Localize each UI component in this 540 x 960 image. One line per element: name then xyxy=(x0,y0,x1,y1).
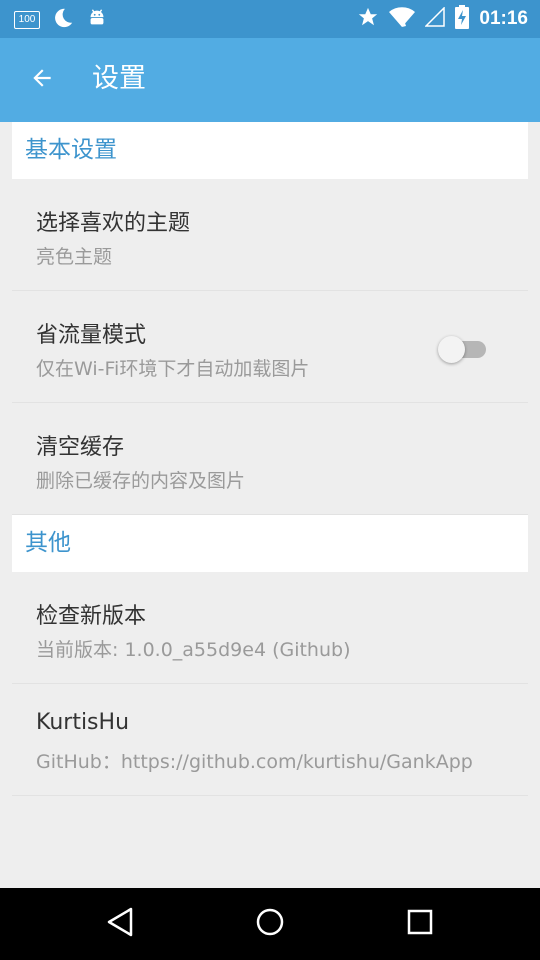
settings-list: 基本设置 选择喜欢的主题 亮色主题 省流量模式 仅在Wi-Fi环境下才自动加载图… xyxy=(12,122,528,796)
status-time: 01:16 xyxy=(479,8,528,29)
battery-100-icon: 100 xyxy=(14,11,40,29)
pref-title: 省流量模式 xyxy=(36,323,147,348)
pref-summary: 当前版本: 1.0.0_a55d9e4 (Github) xyxy=(36,639,351,661)
nav-back-icon xyxy=(106,907,134,941)
pref-summary: 仅在Wi-Fi环境下才自动加载图片 xyxy=(36,358,310,380)
wifi-icon xyxy=(389,6,416,32)
nav-recents-icon xyxy=(406,908,434,940)
battery-charging-icon xyxy=(455,5,470,33)
switch-thumb xyxy=(438,336,465,363)
app-bar: 设置 xyxy=(0,38,540,122)
data-saver-switch[interactable] xyxy=(438,336,488,363)
pref-title: 选择喜欢的主题 xyxy=(36,211,191,236)
section-header-other: 其他 xyxy=(12,515,528,572)
status-bar-system: 01:16 xyxy=(357,5,528,33)
page-title: 设置 xyxy=(92,63,146,94)
pref-title: KurtisHu xyxy=(36,710,130,735)
cell-signal-icon xyxy=(424,6,446,31)
pref-check-update[interactable]: 检查新版本 当前版本: 1.0.0_a55d9e4 (Github) xyxy=(12,572,528,684)
pref-summary: 删除已缓存的内容及图片 xyxy=(36,470,246,492)
pref-title: 检查新版本 xyxy=(36,604,147,629)
nav-recents-button[interactable] xyxy=(402,906,438,942)
nav-home-icon xyxy=(255,907,285,941)
pref-title: 清空缓存 xyxy=(36,435,125,460)
pref-summary: 亮色主题 xyxy=(36,246,113,268)
nav-back-button[interactable] xyxy=(102,906,138,942)
pref-author[interactable]: KurtisHu GitHub：https://github.com/kurti… xyxy=(12,684,528,796)
moon-icon xyxy=(52,7,74,33)
android-icon xyxy=(86,7,108,33)
back-button[interactable] xyxy=(22,60,62,100)
navigation-bar xyxy=(0,888,540,960)
pref-clear-cache[interactable]: 清空缓存 删除已缓存的内容及图片 xyxy=(12,403,528,515)
pref-theme[interactable]: 选择喜欢的主题 亮色主题 xyxy=(12,179,528,291)
battery-level-text: 100 xyxy=(18,14,36,25)
nav-home-button[interactable] xyxy=(252,906,288,942)
section-header-basic: 基本设置 xyxy=(12,122,528,179)
status-bar-notifications: 100 xyxy=(14,7,108,33)
pref-data-saver[interactable]: 省流量模式 仅在Wi-Fi环境下才自动加载图片 xyxy=(12,291,528,403)
arrow-back-icon xyxy=(29,65,55,95)
pref-summary: GitHub：https://github.com/kurtishu/GankA… xyxy=(36,751,473,773)
status-bar: 100 01:16 xyxy=(0,0,540,38)
star-icon xyxy=(357,6,379,32)
